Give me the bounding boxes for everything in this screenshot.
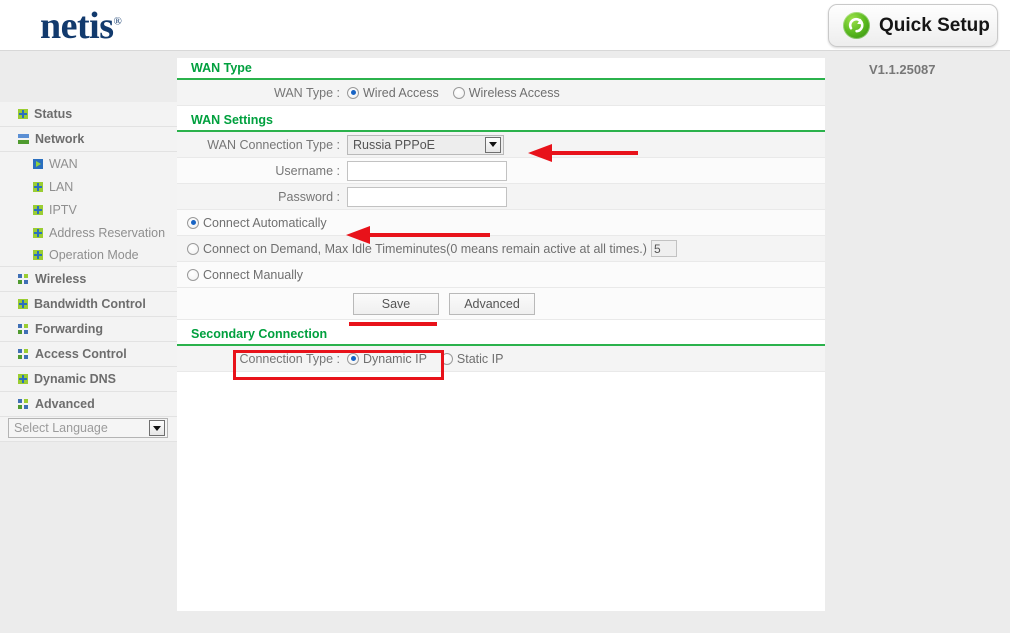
sidebar-item-label: Operation Mode bbox=[49, 248, 139, 262]
four-square-grid-icon bbox=[18, 274, 29, 285]
green-square-plus-icon bbox=[33, 228, 43, 238]
logo-text: netis bbox=[40, 5, 114, 47]
green-square-plus-icon bbox=[33, 205, 43, 215]
wan-connection-type-select[interactable]: Russia PPPoE bbox=[347, 135, 504, 155]
chevron-down-icon[interactable] bbox=[485, 137, 501, 153]
wan-connection-type-label: WAN Connection Type : bbox=[177, 138, 347, 152]
advanced-button[interactable]: Advanced bbox=[449, 293, 535, 315]
row-password: Password : bbox=[177, 184, 825, 210]
sidebar-item-label: Wireless bbox=[35, 272, 86, 286]
wan-connection-type-value: Russia PPPoE bbox=[353, 138, 485, 152]
radio-connect-automatically-label[interactable]: Connect Automatically bbox=[203, 216, 327, 230]
sidebar-item-label: Bandwidth Control bbox=[34, 297, 146, 311]
four-square-grid-icon bbox=[18, 399, 29, 410]
netis-logo: netis® bbox=[40, 4, 121, 48]
language-select[interactable]: Select Language bbox=[8, 418, 168, 438]
sidebar-item-wan[interactable]: WAN bbox=[0, 152, 177, 175]
row-secondary-connection-type: Connection Type : Dynamic IP Static IP bbox=[177, 346, 825, 372]
sidebar-item-label: Forwarding bbox=[35, 322, 103, 336]
sidebar-item-dynamic-dns[interactable]: Dynamic DNS bbox=[0, 367, 177, 392]
sidebar-item-label: WAN bbox=[49, 157, 78, 171]
green-refresh-arrow-icon bbox=[843, 12, 870, 39]
sidebar-item-bandwidth-control[interactable]: Bandwidth Control bbox=[0, 292, 177, 317]
sidebar-item-label: IPTV bbox=[49, 203, 77, 217]
wan-settings-button-row: Save Advanced bbox=[177, 288, 825, 320]
radio-wireless-access-label[interactable]: Wireless Access bbox=[469, 86, 560, 100]
row-username: Username : bbox=[177, 158, 825, 184]
password-label: Password : bbox=[177, 190, 347, 204]
username-input[interactable] bbox=[347, 161, 507, 181]
firmware-version: V1.1.25087 bbox=[869, 62, 936, 77]
password-input[interactable] bbox=[347, 187, 507, 207]
green-square-plus-icon bbox=[18, 299, 28, 309]
quick-setup-button[interactable]: Quick Setup bbox=[828, 4, 998, 47]
radio-wired-access[interactable] bbox=[347, 87, 359, 99]
blue-green-bars-icon bbox=[18, 134, 29, 144]
sidebar-item-status[interactable]: Status bbox=[0, 102, 177, 127]
radio-connect-automatically[interactable] bbox=[187, 217, 199, 229]
green-square-plus-icon bbox=[33, 250, 43, 260]
sidebar-item-label: Advanced bbox=[35, 397, 95, 411]
row-wan-connection-type: WAN Connection Type : Russia PPPoE bbox=[177, 132, 825, 158]
sidebar-item-label: Access Control bbox=[35, 347, 127, 361]
green-square-plus-icon bbox=[18, 109, 28, 119]
sidebar-item-access-control[interactable]: Access Control bbox=[0, 342, 177, 367]
green-square-plus-icon bbox=[18, 374, 28, 384]
max-idle-time-input[interactable] bbox=[651, 240, 677, 257]
save-button[interactable]: Save bbox=[353, 293, 439, 315]
radio-connect-on-demand-label[interactable]: Connect on Demand, Max Idle Timeminutes(… bbox=[203, 242, 647, 256]
sidebar-item-label: Address Reservation bbox=[49, 226, 165, 240]
sidebar-item-network[interactable]: Network bbox=[0, 127, 177, 152]
sidebar-item-label: Dynamic DNS bbox=[34, 372, 116, 386]
wan-type-label: WAN Type : bbox=[177, 86, 347, 100]
sidebar-item-forwarding[interactable]: Forwarding bbox=[0, 317, 177, 342]
row-wan-type: WAN Type : Wired Access Wireless Access bbox=[177, 80, 825, 106]
sidebar-item-address-reservation[interactable]: Address Reservation bbox=[0, 221, 177, 244]
sidebar-item-advanced[interactable]: Advanced bbox=[0, 392, 177, 417]
quick-setup-label: Quick Setup bbox=[879, 15, 990, 37]
sidebar-item-label: LAN bbox=[49, 180, 73, 194]
sidebar-item-label: Status bbox=[34, 107, 72, 121]
sidebar-item-lan[interactable]: LAN bbox=[0, 175, 177, 198]
section-heading-secondary-connection: Secondary Connection bbox=[177, 324, 825, 346]
radio-connect-on-demand[interactable] bbox=[187, 243, 199, 255]
router-admin-page: netis® Quick Setup Status Network WAN bbox=[0, 0, 1010, 633]
section-heading-wan-type: WAN Type bbox=[177, 58, 825, 80]
sidebar-item-operation-mode[interactable]: Operation Mode bbox=[0, 244, 177, 267]
main-content-panel: WAN Type WAN Type : Wired Access Wireles… bbox=[177, 58, 825, 611]
row-connect-manually: Connect Manually bbox=[177, 262, 825, 288]
section-heading-wan-settings: WAN Settings bbox=[177, 110, 825, 132]
radio-connect-manually-label[interactable]: Connect Manually bbox=[203, 268, 303, 282]
four-square-grid-icon bbox=[18, 349, 29, 360]
sidebar-item-label: Network bbox=[35, 132, 84, 146]
radio-static-ip[interactable] bbox=[441, 353, 453, 365]
row-connect-on-demand: Connect on Demand, Max Idle Timeminutes(… bbox=[177, 236, 825, 262]
radio-static-ip-label[interactable]: Static IP bbox=[457, 352, 504, 366]
page-header: netis® Quick Setup bbox=[0, 0, 1010, 51]
green-square-plus-icon bbox=[33, 182, 43, 192]
secondary-connection-type-label: Connection Type : bbox=[177, 352, 347, 366]
row-connect-automatically: Connect Automatically bbox=[177, 210, 825, 236]
sidebar-item-wireless[interactable]: Wireless bbox=[0, 267, 177, 292]
four-square-grid-icon bbox=[18, 324, 29, 335]
radio-dynamic-ip[interactable] bbox=[347, 353, 359, 365]
sidebar-nav: Status Network WAN LAN IPTV Address Rese… bbox=[0, 51, 177, 633]
language-select-value: Select Language bbox=[14, 421, 149, 435]
username-label: Username : bbox=[177, 164, 347, 178]
radio-connect-manually[interactable] bbox=[187, 269, 199, 281]
radio-dynamic-ip-label[interactable]: Dynamic IP bbox=[363, 352, 427, 366]
sidebar-item-iptv[interactable]: IPTV bbox=[0, 198, 177, 221]
blue-square-arrow-icon bbox=[33, 159, 43, 169]
radio-wireless-access[interactable] bbox=[453, 87, 465, 99]
radio-wired-access-label[interactable]: Wired Access bbox=[363, 86, 439, 100]
chevron-down-icon[interactable] bbox=[149, 420, 165, 436]
registered-trademark-mark: ® bbox=[114, 15, 122, 27]
